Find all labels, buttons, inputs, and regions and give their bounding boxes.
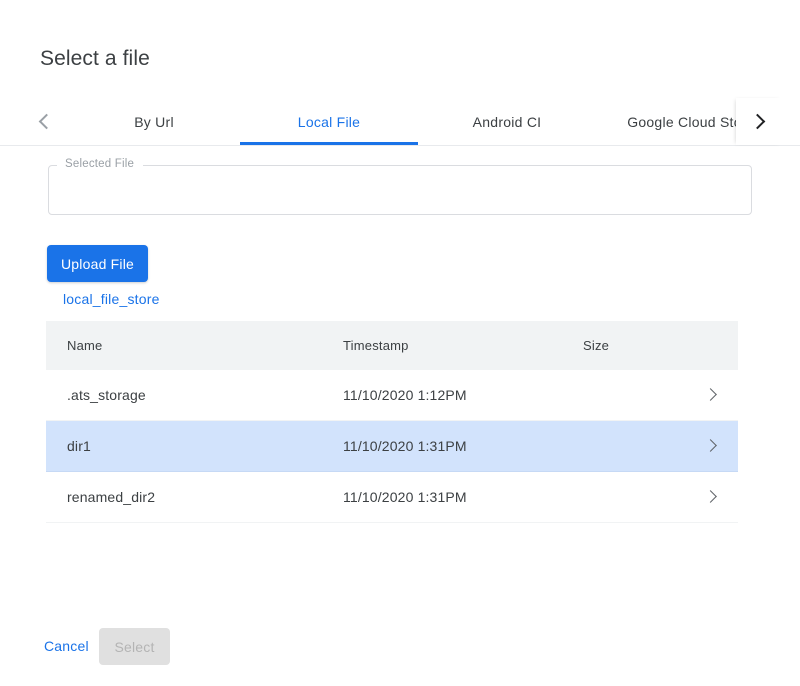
cancel-button[interactable]: Cancel	[33, 628, 100, 664]
breadcrumb[interactable]: local_file_store	[63, 291, 160, 307]
table-header-row: Name Timestamp Size	[46, 321, 738, 370]
tab-local-file[interactable]: Local File	[240, 98, 418, 145]
tab-bar: By Url Local File Android CI Google Clou…	[0, 98, 800, 146]
cell-timestamp: 11/10/2020 1:31PM	[343, 489, 583, 505]
table-row[interactable]: renamed_dir2 11/10/2020 1:31PM	[46, 472, 738, 523]
column-header-timestamp: Timestamp	[343, 338, 583, 353]
chevron-right-icon	[704, 388, 717, 401]
table-row[interactable]: .ats_storage 11/10/2020 1:12PM	[46, 370, 738, 421]
cell-name: renamed_dir2	[46, 489, 343, 505]
cell-name: dir1	[46, 438, 343, 454]
select-button[interactable]: Select	[99, 628, 170, 665]
cell-timestamp: 11/10/2020 1:31PM	[343, 438, 583, 454]
tab-scroll-right-button[interactable]	[736, 98, 782, 145]
selected-file-field: Selected File	[48, 165, 752, 215]
tab-list: By Url Local File Android CI Google Clou…	[68, 98, 732, 145]
tab-scroll-left-button[interactable]	[22, 98, 68, 145]
chevron-left-icon	[39, 114, 55, 130]
cell-name: .ats_storage	[46, 387, 343, 403]
row-open-button[interactable]	[683, 437, 738, 455]
chevron-right-icon	[750, 114, 766, 130]
tab-android-ci[interactable]: Android CI	[418, 98, 596, 145]
tab-by-url[interactable]: By Url	[68, 98, 240, 145]
chevron-right-icon	[704, 439, 717, 452]
upload-file-button[interactable]: Upload File	[47, 245, 148, 282]
table-row[interactable]: dir1 11/10/2020 1:31PM	[46, 421, 738, 472]
select-file-dialog: Select a file By Url Local File Android …	[0, 0, 800, 686]
page-title: Select a file	[40, 45, 150, 73]
chevron-right-icon	[704, 490, 717, 503]
column-header-size: Size	[583, 338, 683, 353]
selected-file-input[interactable]	[49, 166, 751, 214]
row-open-button[interactable]	[683, 386, 738, 404]
row-open-button[interactable]	[683, 488, 738, 506]
cell-timestamp: 11/10/2020 1:12PM	[343, 387, 583, 403]
tab-bar-divider	[0, 145, 800, 146]
file-table: Name Timestamp Size .ats_storage 11/10/2…	[46, 321, 738, 523]
column-header-name: Name	[46, 338, 343, 353]
